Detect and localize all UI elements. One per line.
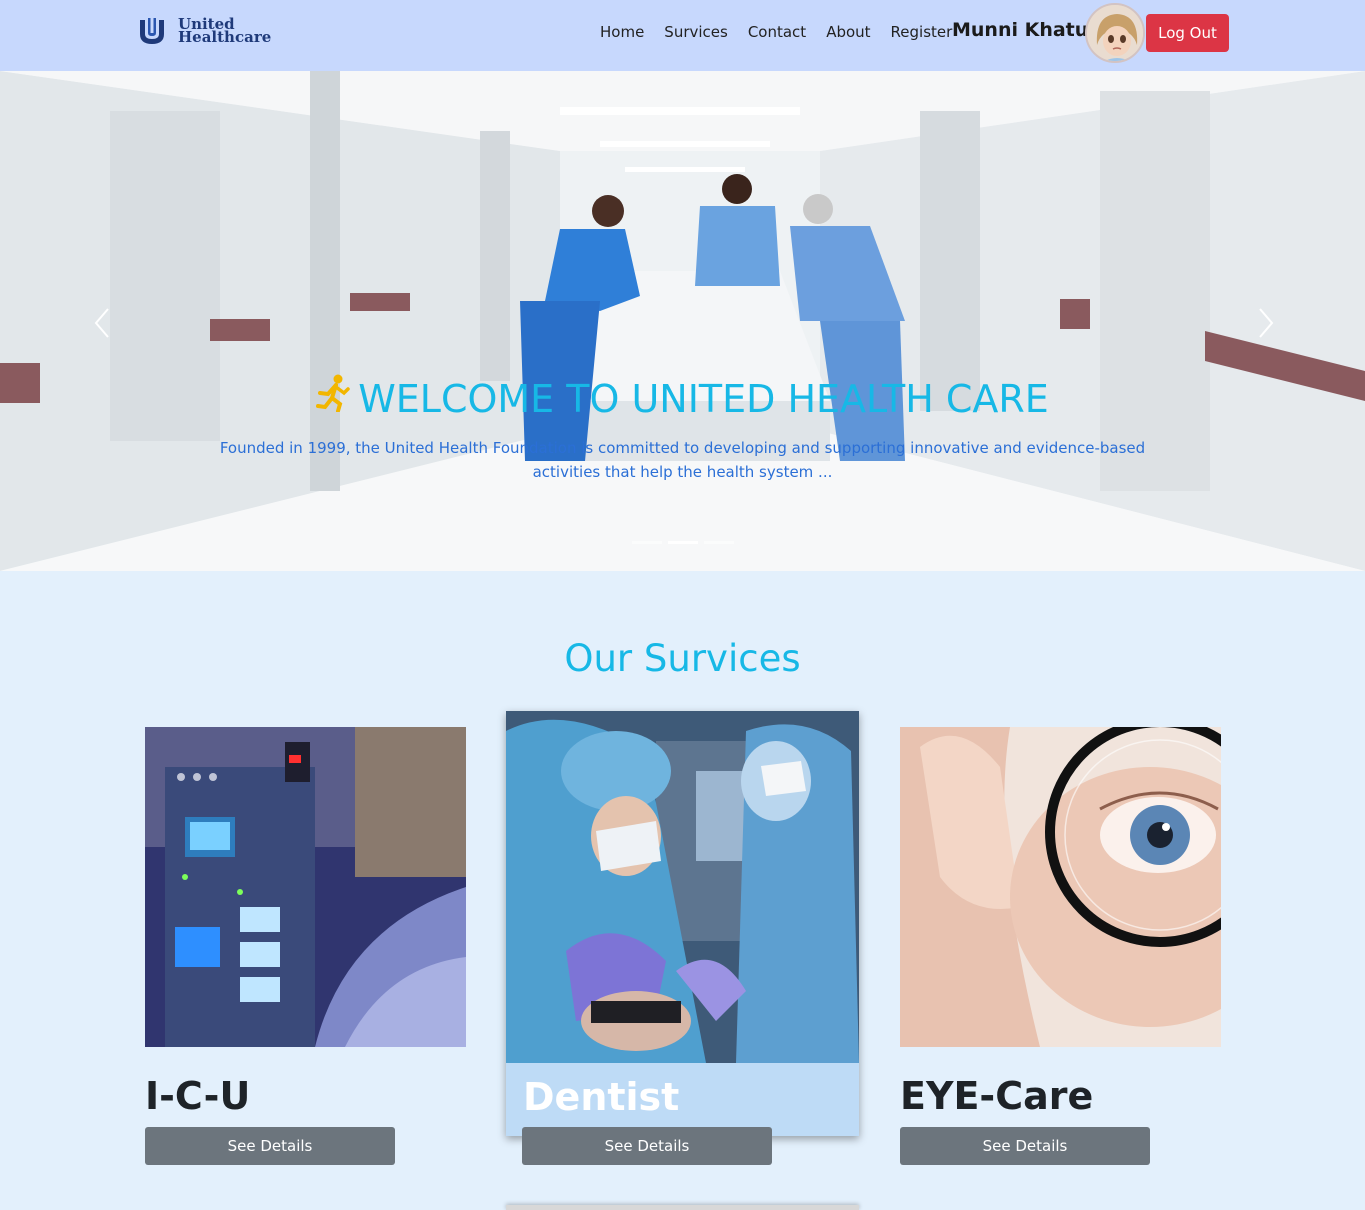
nav-services[interactable]: Survices [664,22,728,42]
nav-home[interactable]: Home [600,22,644,42]
nav-about[interactable]: About [826,22,870,42]
hospital-corridor-image [0,71,1365,571]
service-title-icu: I-C-U [145,1074,251,1118]
carousel-prev-button[interactable] [88,303,118,343]
dentist-surgery-image [506,711,859,1063]
carousel-indicator-3[interactable] [704,541,734,544]
see-details-button-eye-care[interactable]: See Details [900,1127,1150,1165]
hero-title-text: WELCOME TO UNITED HEALTH CARE [358,377,1049,421]
hero-carousel: WELCOME TO UNITED HEALTH CARE Founded in… [0,71,1365,571]
services-heading: Our Survices [564,637,801,680]
united-healthcare-logo-icon [138,16,166,46]
brand-name: United Healthcare [178,17,272,46]
chevron-right-icon [1259,308,1274,338]
brand-logo[interactable]: United Healthcare [138,16,271,46]
avatar-image [1087,5,1143,61]
hero-title: WELCOME TO UNITED HEALTH CARE [0,374,1365,421]
carousel-next-button[interactable] [1250,303,1280,343]
logout-button[interactable]: Log Out [1146,14,1229,52]
chevron-left-icon [94,308,109,338]
user-name: Munni Khatun [952,19,1102,41]
nav-register[interactable]: Register [891,22,953,42]
carousel-indicators [632,541,740,544]
service-card-next-row [506,1205,859,1210]
brand-line-2: Healthcare [178,28,272,46]
service-title-eye-care: EYE-Care [900,1074,1094,1118]
icu-equipment-image [145,727,466,1047]
hero-description: Founded in 1999, the United Health Found… [219,439,1146,481]
nav-links: Home Survices Contact About Register [600,22,972,42]
carousel-indicator-2[interactable] [668,541,698,544]
avatar[interactable] [1085,3,1145,63]
nav-contact[interactable]: Contact [748,22,806,42]
service-title-dentist: Dentist [523,1075,680,1119]
runner-icon [316,374,350,421]
see-details-button-icu[interactable]: See Details [145,1127,395,1165]
navbar: United Healthcare Home Survices Contact … [0,0,1365,71]
eye-glasses-image [900,727,1221,1047]
see-details-button-dentist[interactable]: See Details [522,1127,772,1165]
carousel-indicator-1[interactable] [632,541,662,544]
